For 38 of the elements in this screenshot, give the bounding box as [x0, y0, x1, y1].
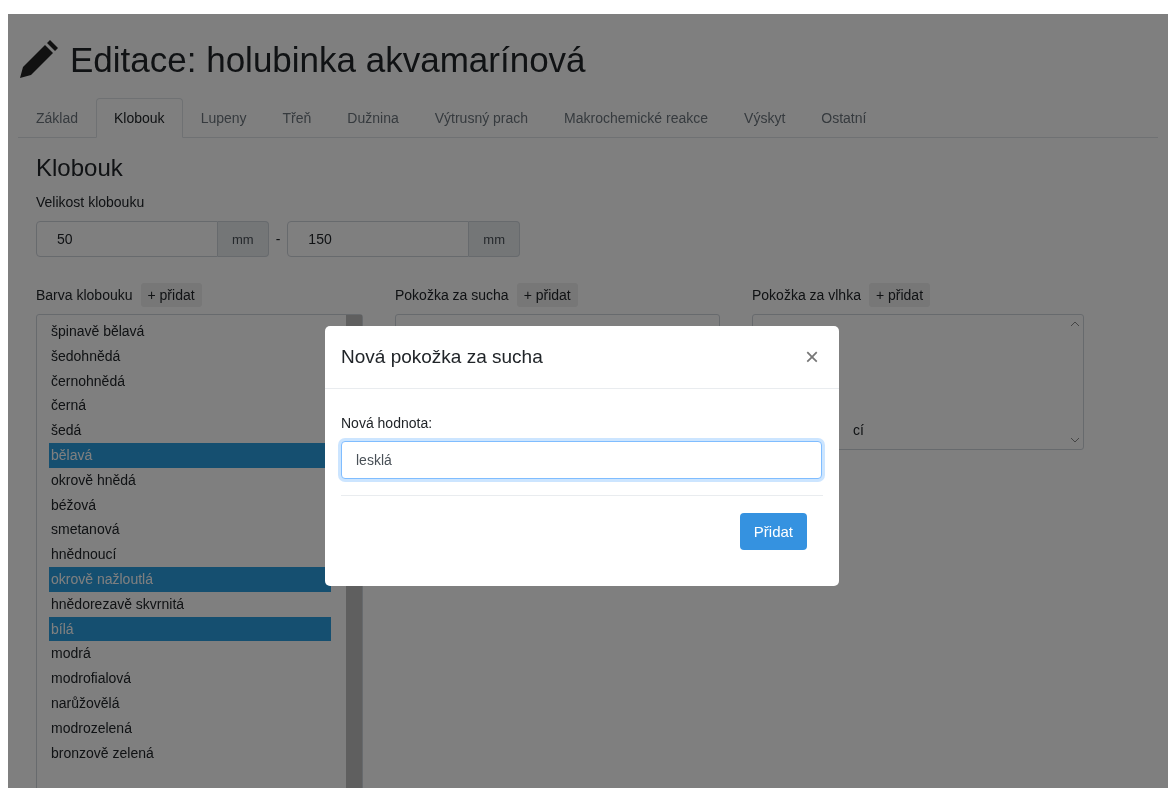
scroll-down-icon[interactable] — [1070, 437, 1080, 443]
page-title: Editace: holubinka akvamarínová — [70, 40, 586, 80]
field-label: Nová hodnota: — [341, 415, 434, 431]
list-item[interactable]: modrofialová — [49, 666, 331, 691]
tab[interactable]: Klobouk — [96, 98, 183, 138]
list-label: Pokožka za vlhka — [752, 287, 861, 303]
tab[interactable]: Ostatní — [803, 98, 885, 138]
section-title: Klobouk — [36, 154, 124, 182]
scroll-up-icon[interactable] — [1070, 321, 1080, 327]
input-field[interactable]: 50 — [36, 221, 218, 257]
tab[interactable]: Lupeny — [182, 98, 265, 138]
add-button[interactable]: + přidat — [516, 283, 578, 307]
close-button[interactable]: × — [801, 343, 823, 371]
modal-title: Nová pokožka za sucha — [341, 346, 543, 368]
range-separator: - — [274, 231, 282, 247]
tab[interactable]: Výskyt — [726, 98, 804, 138]
list-item[interactable]: hnědorezavě skvrnitá — [49, 591, 331, 617]
list-label: Barva klobouku — [36, 287, 133, 303]
tab[interactable]: Dužnina — [329, 98, 417, 138]
list-item[interactable]: modrozelená — [49, 715, 331, 741]
pencil-icon — [18, 40, 58, 80]
unit-label: mm — [469, 221, 520, 257]
input-field[interactable]: 150 — [287, 221, 470, 257]
list-item[interactable]: narůžovělá — [49, 690, 331, 716]
add-button[interactable]: + přidat — [868, 283, 931, 307]
unit-label: mm — [218, 221, 269, 257]
add-button[interactable]: + přidat — [140, 283, 202, 307]
input-field[interactable]: lesklá — [341, 441, 822, 479]
tab[interactable]: Základ — [18, 98, 97, 138]
tab[interactable]: Makrochemické reakce — [546, 98, 727, 138]
list-item[interactable]: cí — [851, 418, 1067, 443]
tab[interactable]: Výtrusný prach — [416, 98, 547, 138]
field-label: Velikost klobouku — [36, 194, 146, 210]
list-item[interactable]: modrá — [49, 641, 331, 667]
list-label: Pokožka za sucha — [395, 287, 509, 303]
add-button[interactable]: Přidat — [739, 513, 807, 550]
tab[interactable]: Třeň — [264, 98, 330, 138]
list-item[interactable]: bronzově zelená — [49, 740, 331, 766]
